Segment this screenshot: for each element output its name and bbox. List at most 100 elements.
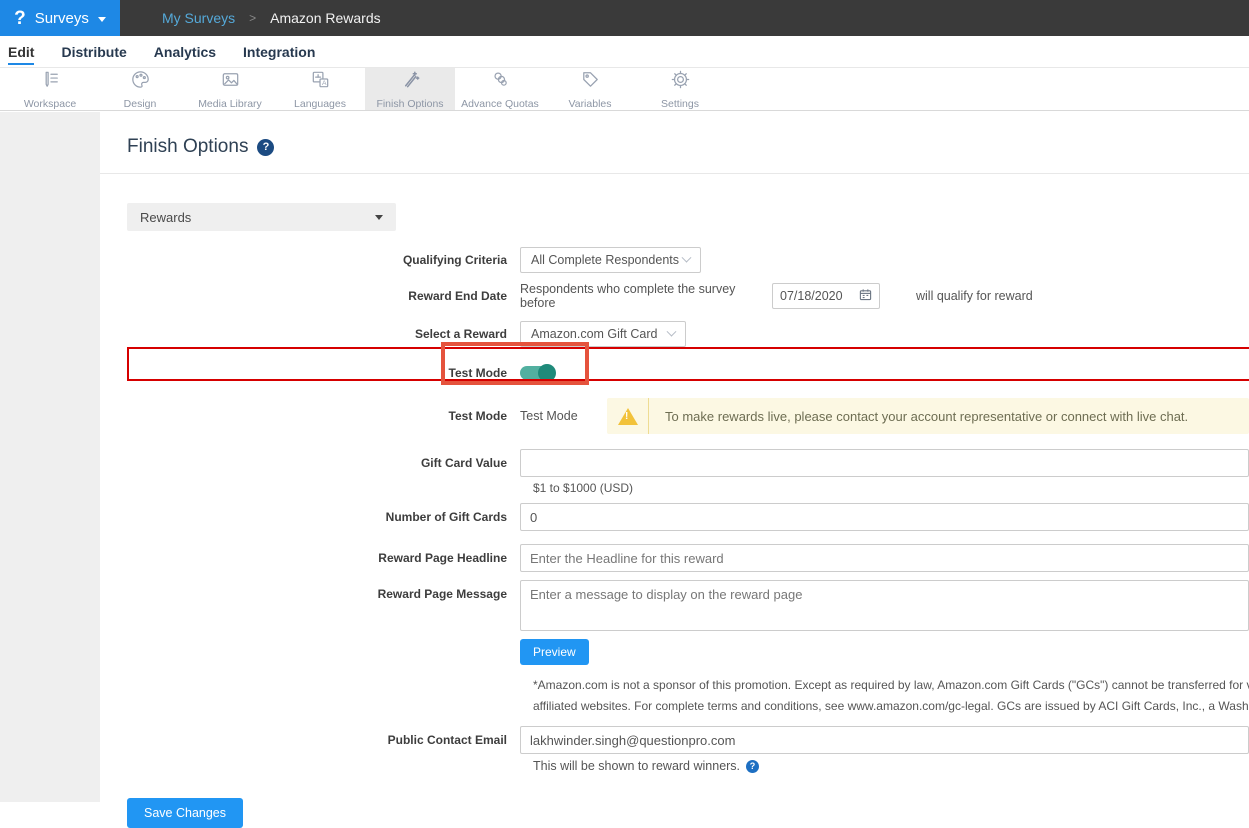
toolbar-item-label: Finish Options — [376, 98, 443, 110]
left-gutter — [0, 112, 100, 802]
content-area: Finish Options Rewards Qualifying Criter… — [0, 112, 1249, 809]
reward-end-date-prefix: Respondents who complete the survey befo… — [520, 282, 772, 310]
toggle-knob — [538, 364, 556, 382]
save-changes-button[interactable]: Save Changes — [127, 798, 243, 828]
public-contact-email-helper: This will be shown to reward winners. — [533, 759, 740, 773]
test-mode-status-value: Test Mode — [520, 409, 607, 423]
reward-end-date-row: Reward End Date Respondents who complete… — [100, 282, 1249, 310]
help-icon[interactable] — [746, 760, 759, 773]
public-contact-email-row: Public Contact Email — [100, 726, 1249, 754]
rewards-dropdown-value: Rewards — [140, 210, 191, 225]
amazon-disclaimer: *Amazon.com is not a sponsor of this pro… — [533, 675, 1249, 717]
number-of-gift-cards-row: Number of Gift Cards — [100, 503, 1249, 531]
toolbar-item-design[interactable]: Design — [95, 68, 185, 110]
select-reward-row: Select a Reward Amazon.com Gift Card — [100, 321, 1249, 347]
select-reward-value: Amazon.com Gift Card — [531, 327, 657, 341]
reward-page-message-label: Reward Page Message — [100, 580, 520, 601]
caret-down-icon — [375, 215, 383, 220]
test-mode-status-label: Test Mode — [100, 409, 520, 423]
tag-icon — [579, 68, 602, 96]
product-switcher[interactable]: Surveys — [0, 0, 120, 36]
public-contact-email-helper-row: This will be shown to reward winners. — [533, 759, 1249, 773]
reward-page-message-input[interactable] — [520, 580, 1249, 631]
product-name: Surveys — [35, 10, 89, 27]
toolbar-item-finish-options[interactable]: Finish Options — [365, 68, 455, 110]
gift-card-value-row: Gift Card Value — [100, 449, 1249, 477]
public-contact-email-label: Public Contact Email — [100, 733, 520, 747]
test-mode-toggle[interactable] — [520, 366, 554, 380]
preview-button[interactable]: Preview — [520, 639, 589, 665]
divider — [100, 173, 1249, 174]
workspace-icon — [39, 68, 62, 96]
reward-end-date-input[interactable]: 07/18/2020 — [772, 283, 880, 309]
reward-page-headline-label: Reward Page Headline — [100, 551, 520, 565]
palette-icon — [129, 68, 152, 96]
svg-text:A: A — [321, 80, 326, 87]
help-icon[interactable] — [257, 139, 274, 156]
number-of-gift-cards-input[interactable] — [520, 503, 1249, 531]
breadcrumb-separator: > — [249, 11, 256, 25]
qualifying-criteria-select[interactable]: All Complete Respondents — [520, 247, 701, 273]
reward-page-headline-input[interactable] — [520, 544, 1249, 572]
reward-end-date-label: Reward End Date — [100, 289, 520, 303]
finish-options-panel: Finish Options Rewards Qualifying Criter… — [100, 112, 1249, 809]
warning-message: To make rewards live, please contact you… — [649, 409, 1204, 424]
chevron-down-icon — [667, 326, 677, 336]
chevron-down-icon — [682, 252, 692, 262]
toolbar-item-workspace[interactable]: Workspace — [5, 68, 95, 110]
toolbar-item-advance-quotas[interactable]: Advance Quotas — [455, 68, 545, 110]
questionpro-logo-icon — [14, 9, 26, 28]
preview-row: Preview — [100, 639, 1249, 665]
chevron-down-icon — [98, 17, 106, 22]
calendar-icon[interactable] — [859, 288, 872, 304]
toolbar-item-label: Settings — [661, 98, 699, 110]
warning-banner: To make rewards live, please contact you… — [607, 398, 1249, 434]
toolbar-item-variables[interactable]: Variables — [545, 68, 635, 110]
gift-card-value-label: Gift Card Value — [100, 456, 520, 470]
breadcrumb-current-survey: Amazon Rewards — [270, 10, 381, 26]
page-title: Finish Options — [127, 136, 248, 158]
reward-end-date-suffix: will qualify for reward — [916, 289, 1033, 303]
toolbar-item-label: Languages — [294, 98, 346, 110]
magic-wand-icon — [399, 68, 422, 96]
qualifying-criteria-label: Qualifying Criteria — [100, 253, 520, 267]
gear-icon — [669, 68, 692, 96]
disclaimer-line-2: affiliated websites. For complete terms … — [533, 696, 1249, 717]
toolbar-item-media-library[interactable]: Media Library — [185, 68, 275, 110]
chain-links-icon — [489, 68, 512, 96]
warning-triangle-icon — [618, 408, 638, 425]
tab-integration[interactable]: Integration — [243, 39, 315, 65]
translate-icon: A — [309, 68, 332, 96]
number-of-gift-cards-label: Number of Gift Cards — [100, 510, 520, 524]
toolbar-item-settings[interactable]: Settings — [635, 68, 725, 110]
toolbar-item-label: Workspace — [24, 98, 76, 110]
reward-page-headline-row: Reward Page Headline — [100, 544, 1249, 572]
reward-end-date-value: 07/18/2020 — [780, 289, 843, 303]
toolbar-item-label: Variables — [569, 98, 612, 110]
select-reward-select[interactable]: Amazon.com Gift Card — [520, 321, 686, 347]
toolbar-item-label: Advance Quotas — [461, 98, 539, 110]
toolbar-item-label: Media Library — [198, 98, 262, 110]
reward-page-message-row: Reward Page Message — [100, 580, 1249, 631]
qualifying-criteria-value: All Complete Respondents — [531, 253, 679, 267]
rewards-section-dropdown[interactable]: Rewards — [127, 203, 396, 231]
edit-toolbar: Workspace Design Media Library A — [0, 68, 1249, 111]
gift-card-value-helper: $1 to $1000 (USD) — [533, 481, 1249, 495]
public-contact-email-input[interactable] — [520, 726, 1249, 754]
toolbar-item-languages[interactable]: A Languages — [275, 68, 365, 110]
main-nav-tabs: Edit Distribute Analytics Integration — [0, 36, 1249, 68]
select-reward-label: Select a Reward — [100, 327, 520, 341]
gift-card-value-input[interactable] — [520, 449, 1249, 477]
image-icon — [219, 68, 242, 96]
breadcrumb-my-surveys[interactable]: My Surveys — [162, 10, 235, 26]
test-mode-toggle-row: Test Mode — [100, 352, 1249, 394]
tab-distribute[interactable]: Distribute — [61, 39, 126, 65]
tab-edit[interactable]: Edit — [8, 39, 34, 65]
breadcrumb: My Surveys > Amazon Rewards — [120, 0, 1249, 36]
tab-analytics[interactable]: Analytics — [154, 39, 216, 65]
qualifying-criteria-row: Qualifying Criteria All Complete Respond… — [100, 247, 1249, 273]
test-mode-toggle-label: Test Mode — [100, 366, 520, 380]
disclaimer-line-1: *Amazon.com is not a sponsor of this pro… — [533, 675, 1249, 696]
toolbar-item-label: Design — [124, 98, 157, 110]
top-header-bar: Surveys My Surveys > Amazon Rewards — [0, 0, 1249, 36]
